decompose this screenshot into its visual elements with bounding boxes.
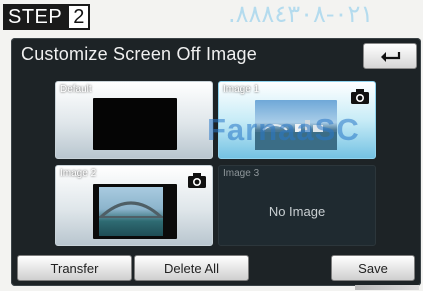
tile-image-3[interactable]: Image 3 No Image <box>218 165 376 246</box>
bridge-arch <box>99 201 163 219</box>
tile-image-2[interactable]: Image 2 <box>55 165 213 246</box>
default-thumbnail <box>93 98 177 150</box>
watermark-phone: .٠٢١-٨٨٨٤٣٠٨ <box>228 0 374 28</box>
back-button[interactable] <box>363 43 417 69</box>
delete-all-button[interactable]: Delete All <box>134 255 249 281</box>
tile-default-label: Default <box>60 84 92 95</box>
no-image-text: No Image <box>268 204 326 219</box>
back-arrow-icon <box>381 52 401 62</box>
step-badge: STEP 2 <box>3 4 91 30</box>
tile-default[interactable]: Default <box>55 81 213 159</box>
tile-image-2-label: Image 2 <box>60 168 97 179</box>
bridge-photo <box>99 187 163 236</box>
tile-image-1-label: Image 1 <box>223 84 260 95</box>
screen: Customize Screen Off Image Default Image… <box>11 38 421 286</box>
image-2-thumbnail <box>93 184 177 239</box>
camera-icon[interactable] <box>350 88 370 105</box>
screen-title: Customize Screen Off Image <box>21 44 257 64</box>
watermark-brand: FarnaaSC <box>207 112 360 147</box>
transfer-button[interactable]: Transfer <box>17 255 132 281</box>
step-number: 2 <box>67 4 91 30</box>
footer-code-strip <box>355 285 419 290</box>
tile-image-3-label: Image 3 <box>223 168 260 179</box>
camera-icon[interactable] <box>187 172 207 189</box>
save-button[interactable]: Save <box>331 255 415 281</box>
step-word: STEP <box>3 4 68 30</box>
